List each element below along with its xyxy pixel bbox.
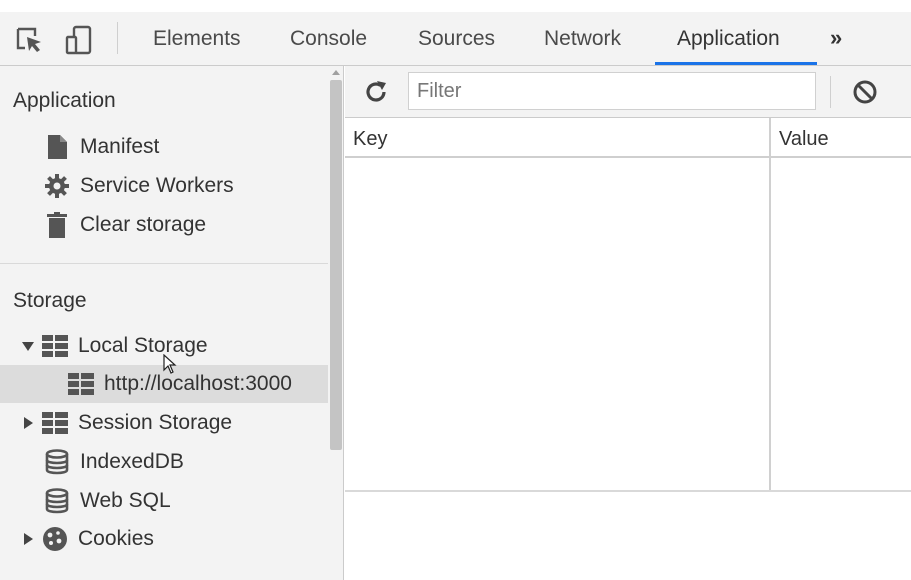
sidebar-item-manifest[interactable]: Manifest <box>44 128 159 166</box>
filter-separator <box>830 76 831 108</box>
sidebar-item-clear-storage[interactable]: Clear storage <box>44 206 206 244</box>
more-tabs-button[interactable]: » <box>830 12 842 65</box>
sidebar-item-label: Local Storage <box>78 334 208 357</box>
tab-network[interactable]: Network <box>544 12 621 65</box>
sidebar-item-service-workers[interactable]: Service Workers <box>44 167 234 205</box>
trash-icon <box>44 212 70 238</box>
sidebar-item-label: Manifest <box>80 135 160 158</box>
table-icon <box>68 371 94 397</box>
sidebar-item-label: Service Workers <box>80 174 234 197</box>
column-divider[interactable] <box>769 118 771 490</box>
sidebar-item-label: Cookies <box>78 527 154 550</box>
storage-view-panel: Key Value <box>345 66 911 580</box>
column-header-value[interactable]: Value <box>771 118 829 158</box>
cookie-icon <box>42 526 68 552</box>
sidebar-divider <box>0 263 328 264</box>
table-icon <box>42 410 68 436</box>
sidebar-item-cookies[interactable]: Cookies <box>24 520 154 558</box>
scrollbar-thumb[interactable] <box>330 80 342 450</box>
database-icon <box>44 488 70 514</box>
document-icon <box>44 134 70 160</box>
tab-console[interactable]: Console <box>290 12 367 65</box>
application-sidebar: Application Manifest Service Workers Cle… <box>0 66 344 580</box>
sidebar-item-label: Clear storage <box>80 213 207 236</box>
database-icon <box>44 449 70 475</box>
sidebar-item-label: http://localhost:3000 <box>104 372 292 395</box>
inspect-element-icon[interactable] <box>14 25 44 55</box>
sidebar-item-session-storage[interactable]: Session Storage <box>24 404 232 442</box>
section-title-storage: Storage <box>13 289 87 312</box>
grid-header: Key Value <box>345 118 911 158</box>
filter-input[interactable] <box>408 72 816 110</box>
window-top-strip <box>0 0 911 12</box>
scroll-up-arrow-icon[interactable] <box>332 70 340 75</box>
storage-data-grid: Key Value <box>345 118 911 492</box>
clear-all-icon[interactable] <box>850 77 880 107</box>
expand-arrow-icon[interactable] <box>22 341 34 351</box>
device-toolbar-icon[interactable] <box>64 25 94 55</box>
devtools-toolbar: Elements Console Sources Network Applica… <box>0 12 911 66</box>
filter-bar <box>345 66 911 118</box>
sidebar-item-local-storage[interactable]: Local Storage <box>22 327 208 365</box>
mouse-cursor-icon <box>163 353 177 374</box>
table-icon <box>42 333 68 359</box>
section-title-application: Application <box>13 89 116 112</box>
tab-sources[interactable]: Sources <box>418 12 495 65</box>
refresh-icon[interactable] <box>361 77 391 107</box>
toolbar-separator <box>117 22 118 54</box>
tab-application[interactable]: Application <box>677 12 780 65</box>
sidebar-item-label: IndexedDB <box>80 450 184 473</box>
collapse-arrow-icon[interactable] <box>24 417 33 429</box>
sidebar-item-web-sql[interactable]: Web SQL <box>44 482 171 520</box>
tab-elements[interactable]: Elements <box>153 12 241 65</box>
sidebar-item-label: Web SQL <box>80 489 171 512</box>
gear-icon <box>44 173 70 199</box>
column-header-key[interactable]: Key <box>345 118 387 158</box>
sidebar-item-label: Session Storage <box>78 411 233 434</box>
sidebar-scrollbar[interactable] <box>328 66 343 580</box>
collapse-arrow-icon[interactable] <box>24 533 33 545</box>
sidebar-item-indexeddb[interactable]: IndexedDB <box>44 443 184 481</box>
active-tab-indicator <box>655 62 817 65</box>
